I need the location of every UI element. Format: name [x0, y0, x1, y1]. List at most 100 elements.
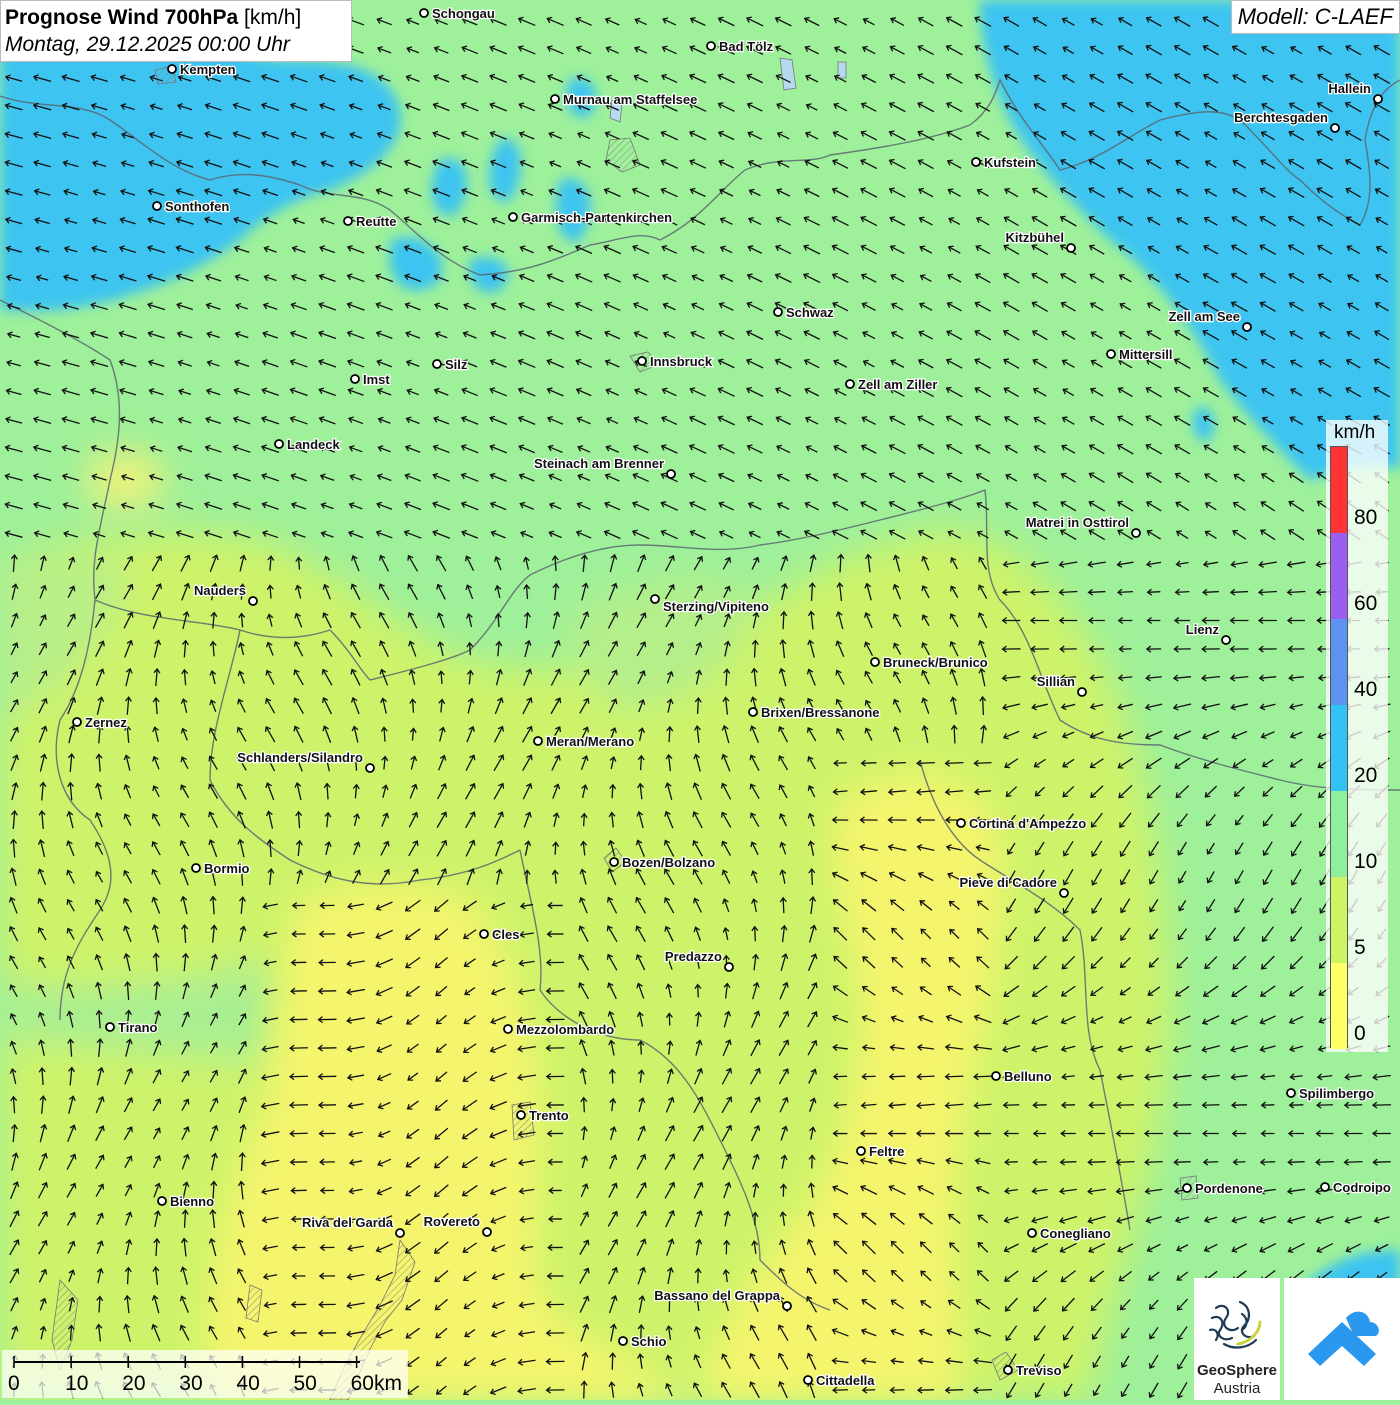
city-dot	[956, 818, 966, 828]
city-label: Bozen/Bolzano	[622, 855, 715, 870]
city-dot	[1286, 1088, 1296, 1098]
city-label: Pieve di Cadore	[959, 875, 1057, 890]
city-dot	[773, 307, 783, 317]
city-label: Cles	[492, 927, 519, 942]
city-dot	[167, 64, 177, 74]
city-label: Garmisch-Partenkirchen	[521, 210, 672, 225]
city-dot	[105, 1022, 115, 1032]
city-label: Mittersill	[1119, 347, 1172, 362]
city-label: Kitzbühel	[1006, 230, 1065, 245]
scale-bar: 0 10 20 30 40 50 60km	[2, 1350, 408, 1398]
city-dot	[1027, 1228, 1037, 1238]
city-dot	[533, 736, 543, 746]
legend-tick-label: 40	[1354, 678, 1378, 701]
city-label: Brixen/Bressanone	[761, 705, 880, 720]
city-label: Reutte	[356, 214, 396, 229]
city-label: Belluno	[1004, 1069, 1052, 1084]
city-label: Lienz	[1186, 622, 1220, 637]
scale-bar-ruler	[13, 1356, 360, 1368]
city-dot	[191, 863, 201, 873]
city-dot	[1131, 528, 1141, 538]
city-label: Predazzo	[665, 949, 722, 964]
city-dot	[1106, 349, 1116, 359]
city-dot	[72, 717, 82, 727]
city-label: Conegliano	[1040, 1226, 1111, 1241]
city-innsbruck: Innsbruck	[637, 353, 714, 370]
title-panel: Prognose Wind 700hPa [km/h] Montag, 29.1…	[0, 0, 352, 62]
city-dot	[991, 1071, 1001, 1081]
legend-tick-label: 20	[1354, 764, 1378, 787]
legend-tick-label: 60	[1354, 592, 1378, 615]
city-dot	[550, 94, 560, 104]
legend-swatch	[1331, 963, 1347, 1049]
city-label: Zell am Ziller	[858, 377, 937, 392]
color-legend: km/h 80 60 40 20 10 5 0	[1326, 420, 1388, 1052]
scale-label: 0	[8, 1372, 20, 1395]
legend-tick-label: 5	[1354, 936, 1366, 959]
city-label: Murnau am Staffelsee	[563, 92, 697, 107]
city-brixen-bressanone: Brixen/Bressanone	[748, 704, 881, 721]
city-label: Pordenone	[1195, 1181, 1263, 1196]
city-dot	[724, 962, 734, 972]
city-dot	[365, 763, 375, 773]
city-label: Meran/Merano	[546, 734, 634, 749]
city-dot	[1330, 123, 1340, 133]
city-label: Innsbruck	[650, 354, 713, 369]
city-dot	[609, 857, 619, 867]
city-dot	[516, 1110, 526, 1120]
legend-swatch	[1331, 447, 1347, 533]
legend-tick-label: 80	[1354, 506, 1378, 529]
city-dot	[637, 356, 647, 366]
city-dot	[482, 1227, 492, 1237]
city-dot	[1003, 1365, 1013, 1375]
city-conegliano: Conegliano	[1027, 1225, 1112, 1242]
city-label: Bormio	[204, 861, 250, 876]
city-mezzolombardo: Mezzolombardo	[503, 1021, 616, 1038]
city-dot	[845, 379, 855, 389]
city-dot	[748, 707, 758, 717]
city-bozen-bolzano: Bozen/Bolzano	[609, 854, 716, 871]
city-dot	[248, 596, 258, 606]
legend-unit: km/h	[1334, 422, 1376, 443]
city-dot	[350, 374, 360, 384]
geosphere-logo: GeoSphere Austria	[1194, 1278, 1280, 1400]
city-label: Sterzing/Vipiteno	[663, 599, 769, 614]
city-dot	[706, 41, 716, 51]
legend-color-bar	[1330, 446, 1348, 1049]
legend-tick-label: 0	[1354, 1022, 1366, 1045]
city-zell-am-ziller: Zell am Ziller	[845, 376, 939, 393]
city-label: Spilimbergo	[1299, 1086, 1374, 1101]
city-dot	[508, 212, 518, 222]
city-dot	[1059, 888, 1069, 898]
city-label: Matrei in Osttirol	[1026, 515, 1129, 530]
city-dot	[419, 8, 429, 18]
scale-label: 50	[293, 1372, 317, 1395]
city-label: Sonthofen	[165, 199, 229, 214]
city-label: Schio	[631, 1334, 666, 1349]
city-dot	[782, 1301, 792, 1311]
city-bruneck-brunico: Bruneck/Brunico	[870, 654, 989, 671]
map-title: Prognose Wind 700hPa	[5, 6, 239, 29]
city-label: Feltre	[869, 1144, 904, 1159]
city-label: Kempten	[180, 62, 236, 77]
city-label: Riva del Garda	[302, 1215, 394, 1230]
forecast-datetime: Montag, 29.12.2025 00:00 Uhr	[5, 33, 290, 56]
city-garmisch-partenkirchen: Garmisch-Partenkirchen	[508, 209, 673, 226]
wind-forecast-map: Schongau Bad Tölz Kempten Murnau am Staffel…	[0, 0, 1400, 1400]
city-dot	[971, 157, 981, 167]
city-dot	[1077, 687, 1087, 697]
city-dot	[479, 929, 489, 939]
legend-swatch	[1331, 877, 1347, 963]
city-label: Rovereto	[424, 1214, 480, 1229]
app-arrow-icon	[1308, 1311, 1379, 1366]
city-label: Schongau	[432, 6, 495, 21]
city-label: Zernez	[85, 715, 127, 730]
city-label: Berchtesgaden	[1234, 110, 1328, 125]
legend-swatch	[1331, 619, 1347, 705]
city-dot	[1066, 243, 1076, 253]
city-dot	[152, 201, 162, 211]
city-label: Sillian	[1037, 674, 1075, 689]
city-dot	[1221, 635, 1231, 645]
legend-swatch	[1331, 533, 1347, 619]
scale-label: 60km	[350, 1372, 402, 1395]
